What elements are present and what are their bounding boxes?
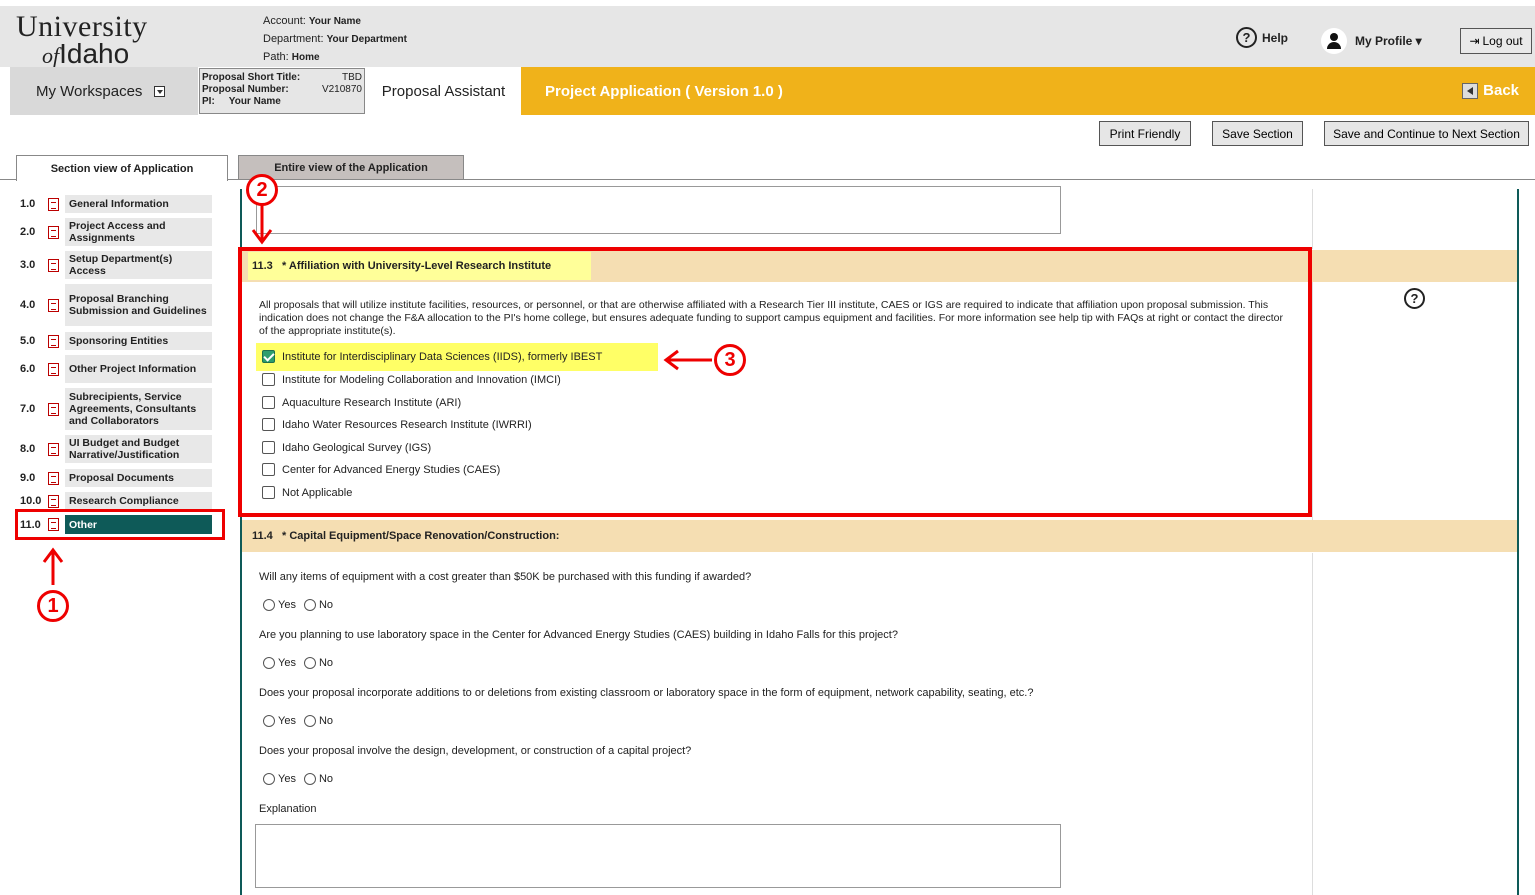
university-logo[interactable]: University ofIdaho (16, 12, 206, 70)
annotation-marker-1: 1 (37, 590, 69, 622)
question-capital-project: Does your proposal involve the design, d… (259, 745, 692, 757)
document-icon (48, 471, 59, 485)
column-separator (1312, 553, 1313, 895)
radio-no[interactable]: No (303, 657, 333, 669)
sidebar-item-proposal-documents[interactable]: 9.0 Proposal Documents (20, 469, 212, 487)
logout-icon: ⇥ (1469, 34, 1480, 48)
document-icon (48, 362, 59, 376)
radio-group-equipment: Yes No (263, 599, 333, 611)
question-caes-lab: Are you planning to use laboratory space… (259, 629, 898, 641)
print-friendly-button[interactable]: Print Friendly (1099, 121, 1191, 146)
department-info: Department: Your Department (263, 33, 407, 45)
section-11-4-header: 11.4 * Capital Equipment/Space Renovatio… (242, 520, 1517, 552)
document-icon (48, 197, 59, 211)
my-profile-menu[interactable]: My Profile ▾ (1321, 28, 1422, 54)
dropdown-icon (154, 85, 166, 97)
save-continue-button[interactable]: Save and Continue to Next Section (1324, 121, 1529, 146)
previous-section-textarea[interactable] (256, 186, 1061, 234)
back-icon (1462, 82, 1479, 99)
help-link[interactable]: ? Help (1236, 27, 1288, 48)
radio-yes[interactable]: Yes (263, 715, 296, 727)
tab-entire-view[interactable]: Entire view of the Application (238, 155, 464, 180)
radio-no[interactable]: No (303, 773, 333, 785)
document-icon (48, 334, 59, 348)
sidebar-item-proposal-branching[interactable]: 4.0 Proposal Branching Submission and Gui… (20, 284, 212, 326)
user-icon (1321, 28, 1347, 54)
radio-yes[interactable]: Yes (263, 599, 296, 611)
sidebar-item-subrecipients[interactable]: 7.0 Subrecipients, Service Agreements, Co… (20, 388, 212, 430)
sidebar-item-other-project-information[interactable]: 6.0 Other Project Information (20, 355, 212, 383)
account-info: Account: Your Name (263, 15, 361, 27)
document-icon (48, 298, 59, 312)
sidebar-item-ui-budget[interactable]: 8.0 UI Budget and Budget Narrative/Justif… (20, 435, 212, 463)
arrow-1-head (42, 547, 64, 563)
radio-group-space-changes: Yes No (263, 715, 333, 727)
my-workspaces-dropdown[interactable]: My Workspaces (10, 67, 198, 115)
annotation-highlight-sidebar (15, 509, 225, 540)
annotation-highlight-section (238, 247, 1312, 517)
sidebar-item-general-information[interactable]: 1.0 General Information (20, 195, 212, 213)
help-tip-button[interactable]: ? (1404, 288, 1425, 309)
radio-group-capital-project: Yes No (263, 773, 333, 785)
radio-group-caes-lab: Yes No (263, 657, 333, 669)
annotation-marker-2: 2 (246, 174, 278, 206)
explanation-label: Explanation (259, 803, 317, 815)
proposal-info-box: Proposal Short Title: TBD Proposal Number… (199, 68, 365, 114)
sidebar-item-setup-departments[interactable]: 3.0 Setup Department(s) Access (20, 251, 212, 279)
annotation-marker-3: 3 (714, 344, 746, 376)
document-icon (48, 442, 59, 456)
sidebar-item-sponsoring-entities[interactable]: 5.0 Sponsoring Entities (20, 332, 212, 350)
document-icon (48, 402, 59, 416)
help-icon: ? (1236, 27, 1257, 48)
radio-no[interactable]: No (303, 715, 333, 727)
question-space-changes: Does your proposal incorporate additions… (259, 687, 1034, 699)
sidebar-item-project-access[interactable]: 2.0 Project Access and Assignments (20, 218, 212, 246)
help-icon: ? (1404, 288, 1425, 309)
sidebar-item-research-compliance[interactable]: 10.0 Research Compliance (20, 492, 212, 510)
radio-yes[interactable]: Yes (263, 657, 296, 669)
tab-divider (0, 179, 1535, 180)
explanation-textarea[interactable] (255, 824, 1061, 888)
document-icon (48, 225, 59, 239)
column-separator (1312, 189, 1313, 249)
path-info: Path: Home (263, 51, 320, 63)
proposal-assistant-tab[interactable]: Proposal Assistant (366, 67, 521, 115)
project-application-bar: Project Application ( Version 1.0 ) Back (521, 67, 1535, 115)
back-button[interactable]: Back (1462, 82, 1519, 99)
radio-no[interactable]: No (303, 599, 333, 611)
save-section-button[interactable]: Save Section (1212, 121, 1303, 146)
document-icon (48, 494, 59, 508)
content-border-right (1517, 189, 1519, 895)
radio-yes[interactable]: Yes (263, 773, 296, 785)
question-equipment: Will any items of equipment with a cost … (259, 571, 752, 583)
tab-section-view[interactable]: Section view of Application (16, 155, 228, 181)
document-icon (48, 258, 59, 272)
column-separator (1312, 280, 1313, 520)
logout-button[interactable]: ⇥ Log out (1460, 28, 1532, 54)
nav-bar: My Workspaces Proposal Short Title: TBD P… (0, 67, 1535, 115)
app-header: University ofIdaho Account: Your Name De… (0, 0, 1535, 70)
